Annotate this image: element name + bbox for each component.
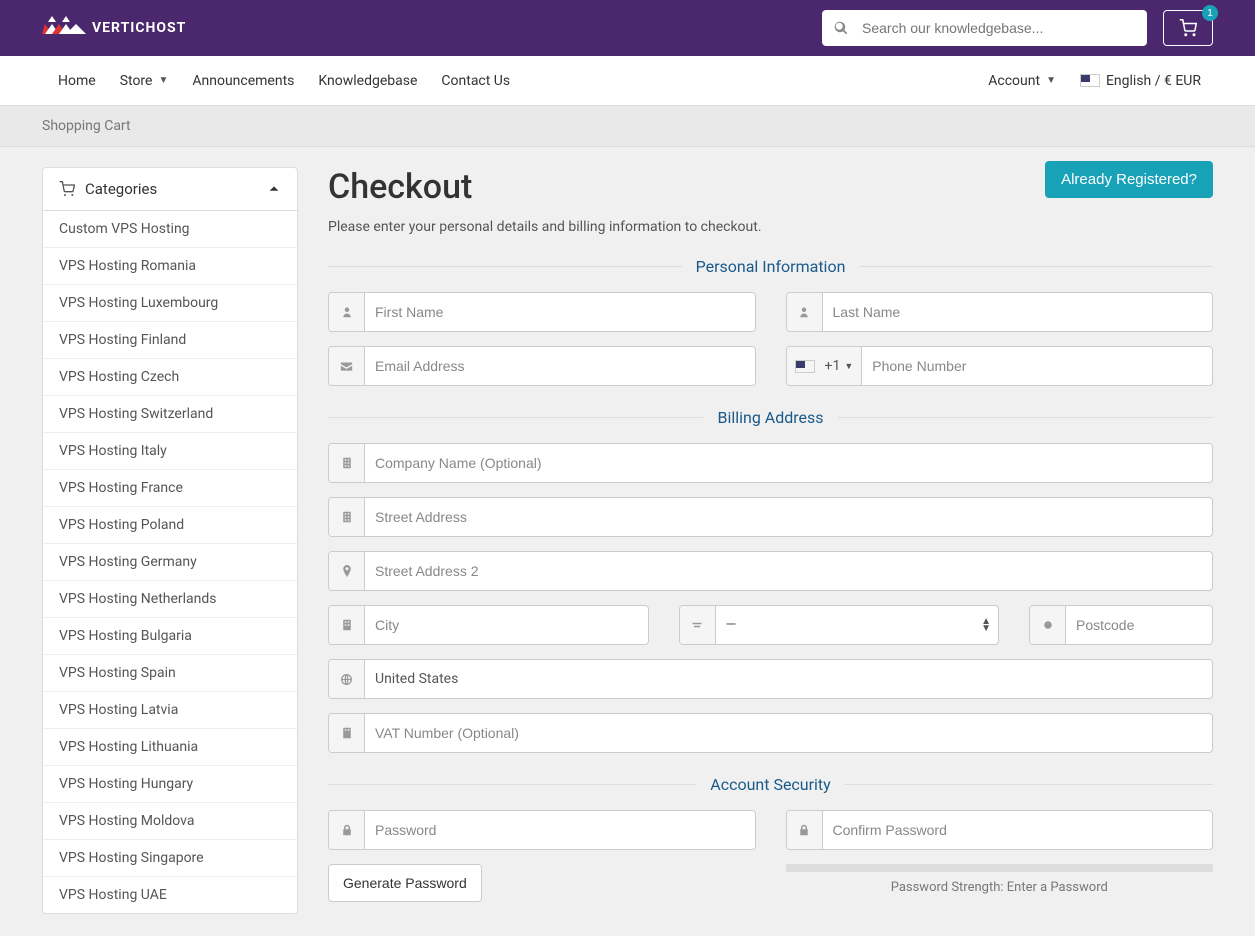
building-icon: [329, 606, 365, 644]
checkout-main: Already Registered? Checkout Please ente…: [328, 167, 1213, 916]
section-personal: Personal Information: [328, 257, 1213, 276]
caret-down-icon: ▼: [844, 361, 853, 372]
street1-field[interactable]: [328, 497, 1213, 537]
sidebar-category-item[interactable]: VPS Hosting Spain: [43, 655, 297, 692]
brand-text: VERTICHOST: [92, 20, 186, 36]
page-subtitle: Please enter your personal details and b…: [328, 219, 1213, 235]
country-select[interactable]: United States: [328, 659, 1213, 699]
sidebar-category-item[interactable]: VPS Hosting France: [43, 470, 297, 507]
categories-header[interactable]: Categories: [42, 167, 298, 211]
globe-icon: [329, 660, 365, 698]
sidebar-category-item[interactable]: VPS Hosting Romania: [43, 248, 297, 285]
nav-store[interactable]: Store▼: [108, 56, 181, 105]
sidebar-category-item[interactable]: VPS Hosting Switzerland: [43, 396, 297, 433]
city-field[interactable]: [328, 605, 649, 645]
certificate-icon: [1030, 606, 1066, 644]
sidebar-category-item[interactable]: VPS Hosting Lithuania: [43, 729, 297, 766]
phone-country-selector[interactable]: +1 ▼: [787, 347, 863, 385]
breadcrumb: Shopping Cart: [0, 106, 1255, 147]
sidebar: Categories Custom VPS HostingVPS Hosting…: [42, 167, 298, 914]
logo-icon: [42, 14, 86, 42]
flag-us-icon: [1080, 74, 1100, 87]
main-nav: Home Store▼ Announcements Knowledgebase …: [0, 56, 1255, 106]
postcode-field[interactable]: [1029, 605, 1213, 645]
cart-icon: [1179, 19, 1197, 37]
categories-list: Custom VPS HostingVPS Hosting RomaniaVPS…: [42, 211, 298, 914]
nav-knowledgebase[interactable]: Knowledgebase: [306, 56, 429, 105]
search-input[interactable]: [862, 20, 1135, 36]
building-icon: [329, 714, 365, 752]
sidebar-category-item[interactable]: VPS Hosting Germany: [43, 544, 297, 581]
cart-button[interactable]: 1: [1163, 10, 1213, 46]
cart-badge: 1: [1202, 5, 1218, 21]
nav-home[interactable]: Home: [42, 56, 108, 105]
chevron-up-icon: [267, 182, 281, 196]
sidebar-category-item[interactable]: Custom VPS Hosting: [43, 211, 297, 248]
section-billing: Billing Address: [328, 408, 1213, 427]
sidebar-category-item[interactable]: VPS Hosting Luxembourg: [43, 285, 297, 322]
email-field[interactable]: [328, 346, 756, 386]
street2-field[interactable]: [328, 551, 1213, 591]
topbar: VERTICHOST 1: [0, 0, 1255, 56]
nav-contact[interactable]: Contact Us: [429, 56, 522, 105]
state-select[interactable]: —: [679, 605, 1000, 645]
search-box[interactable]: [822, 10, 1147, 46]
sidebar-category-item[interactable]: VPS Hosting Czech: [43, 359, 297, 396]
section-security: Account Security: [328, 775, 1213, 794]
nav-locale[interactable]: English / € EUR: [1068, 56, 1213, 105]
building-icon: [329, 498, 365, 536]
building-icon: [329, 444, 365, 482]
map-icon: [680, 606, 716, 644]
user-icon: [329, 293, 365, 331]
confirm-password-field[interactable]: [786, 810, 1214, 850]
sidebar-category-item[interactable]: VPS Hosting Latvia: [43, 692, 297, 729]
caret-down-icon: ▼: [1046, 75, 1056, 86]
lock-icon: [787, 811, 823, 849]
password-field[interactable]: [328, 810, 756, 850]
sidebar-category-item[interactable]: VPS Hosting Finland: [43, 322, 297, 359]
search-icon: [834, 21, 848, 35]
sidebar-category-item[interactable]: VPS Hosting UAE: [43, 877, 297, 913]
sidebar-category-item[interactable]: VPS Hosting Netherlands: [43, 581, 297, 618]
already-registered-button[interactable]: Already Registered?: [1045, 161, 1213, 198]
map-pin-icon: [329, 552, 365, 590]
sidebar-category-item[interactable]: VPS Hosting Poland: [43, 507, 297, 544]
company-field[interactable]: [328, 443, 1213, 483]
categories-title: Categories: [85, 180, 157, 198]
password-strength-text: Password Strength: Enter a Password: [786, 880, 1214, 895]
phone-field[interactable]: +1 ▼: [786, 346, 1214, 386]
brand-logo[interactable]: VERTICHOST: [42, 14, 186, 42]
flag-us-icon: [795, 360, 815, 373]
generate-password-button[interactable]: Generate Password: [328, 864, 482, 902]
caret-down-icon: ▼: [158, 75, 168, 86]
password-strength-bar: [786, 864, 1214, 872]
first-name-field[interactable]: [328, 292, 756, 332]
lock-icon: [329, 811, 365, 849]
cart-icon: [59, 181, 75, 197]
sidebar-category-item[interactable]: VPS Hosting Moldova: [43, 803, 297, 840]
user-icon: [787, 293, 823, 331]
vat-field[interactable]: [328, 713, 1213, 753]
nav-account[interactable]: Account▼: [976, 56, 1068, 105]
nav-announcements[interactable]: Announcements: [180, 56, 306, 105]
last-name-field[interactable]: [786, 292, 1214, 332]
sidebar-category-item[interactable]: VPS Hosting Singapore: [43, 840, 297, 877]
sidebar-category-item[interactable]: VPS Hosting Bulgaria: [43, 618, 297, 655]
sidebar-category-item[interactable]: VPS Hosting Hungary: [43, 766, 297, 803]
envelope-icon: [329, 347, 365, 385]
sidebar-category-item[interactable]: VPS Hosting Italy: [43, 433, 297, 470]
